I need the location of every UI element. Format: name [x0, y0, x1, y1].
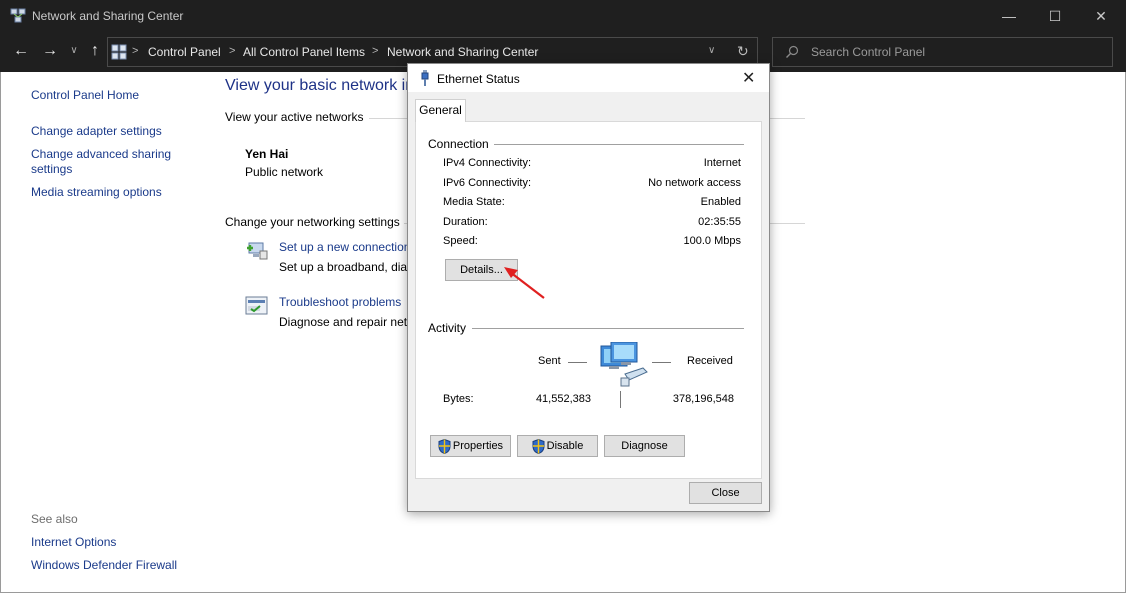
ipv4-label: IPv4 Connectivity:	[443, 157, 532, 169]
received-line	[652, 362, 671, 363]
active-networks-label: View your active networks	[225, 110, 364, 124]
network-type: Public network	[245, 165, 324, 179]
speed-value: 100.0 Mbps	[683, 235, 741, 247]
change-advanced-sharing-link-cont[interactable]: settings	[31, 162, 72, 177]
dialog-title: Ethernet Status	[437, 72, 520, 86]
internet-options-link[interactable]: Internet Options	[31, 535, 116, 550]
bytes-received-value: 378,196,548	[672, 393, 734, 405]
change-adapter-settings-link[interactable]: Change adapter settings	[31, 124, 162, 139]
setup-connection-desc: Set up a broadband, dial	[279, 260, 410, 274]
forward-arrow-icon[interactable]: →	[39, 40, 61, 62]
network-computers-icon	[600, 342, 648, 387]
duration-label: Duration:	[443, 216, 488, 228]
ipv6-value: No network access	[648, 177, 741, 189]
refresh-icon[interactable]: ↻	[737, 43, 749, 60]
activity-group-label: Activity	[428, 321, 467, 335]
sent-line	[568, 362, 587, 363]
received-label: Received	[687, 355, 733, 367]
maximize-button[interactable]: ☐	[1032, 0, 1078, 32]
setup-connection-icon	[247, 242, 268, 260]
bytes-label: Bytes:	[443, 393, 474, 405]
ethernet-icon	[421, 70, 429, 86]
network-center-icon	[10, 8, 26, 23]
uac-shield-icon	[532, 438, 545, 454]
window-title: Network and Sharing Center	[32, 9, 184, 23]
properties-button-label: Properties	[452, 440, 504, 452]
search-icon	[786, 45, 799, 58]
breadcrumb-control-panel[interactable]: Control Panel	[148, 45, 221, 59]
activity-group-rule	[472, 328, 744, 329]
disable-button[interactable]: Disable	[517, 435, 598, 457]
windows-defender-firewall-link[interactable]: Windows Defender Firewall	[31, 558, 177, 573]
bytes-sent-value: 41,552,383	[535, 393, 591, 405]
control-panel-icon	[111, 44, 127, 60]
title-bar: Network and Sharing Center — ☐ ✕	[0, 0, 1126, 32]
sent-label: Sent	[538, 355, 561, 367]
see-also-heading: See also	[31, 512, 78, 526]
search-input[interactable]	[811, 43, 1101, 61]
minimize-button[interactable]: —	[986, 0, 1032, 32]
setup-connection-link[interactable]: Set up a new connection	[279, 240, 410, 254]
troubleshoot-icon	[245, 296, 268, 315]
close-button[interactable]: Close	[689, 482, 762, 504]
up-arrow-icon[interactable]: ↑	[84, 40, 106, 62]
media-streaming-options-link[interactable]: Media streaming options	[31, 185, 162, 200]
search-box[interactable]	[772, 37, 1113, 67]
media-state-label: Media State:	[443, 196, 505, 208]
uac-shield-icon	[438, 438, 451, 454]
bytes-divider	[620, 391, 621, 408]
media-state-value: Enabled	[700, 196, 741, 208]
details-button[interactable]: Details...	[445, 259, 518, 281]
close-window-button[interactable]: ✕	[1078, 0, 1124, 32]
breadcrumb-all-items[interactable]: All Control Panel Items	[243, 45, 365, 59]
connection-group-rule	[494, 144, 744, 145]
diagnose-button[interactable]: Diagnose	[604, 435, 685, 457]
properties-button[interactable]: Properties	[430, 435, 511, 457]
disable-button-label: Disable	[546, 440, 584, 452]
breadcrumb-separator: >	[229, 45, 236, 57]
connection-group-label: Connection	[428, 137, 489, 151]
ipv6-label: IPv6 Connectivity:	[443, 177, 532, 189]
speed-label: Speed:	[443, 235, 478, 247]
breadcrumb-separator: >	[372, 45, 379, 57]
ethernet-status-dialog: Ethernet Status ✕ General Connection IPv…	[407, 63, 770, 512]
address-dropdown-chevron-icon[interactable]: ∨	[708, 45, 715, 56]
tab-general[interactable]: General	[415, 99, 466, 122]
ipv4-value: Internet	[703, 157, 741, 169]
network-name: Yen Hai	[245, 147, 289, 161]
breadcrumb-network-center[interactable]: Network and Sharing Center	[387, 45, 538, 59]
recent-locations-chevron-icon[interactable]: ∨	[63, 40, 85, 62]
breadcrumb-separator: >	[132, 45, 139, 57]
change-advanced-sharing-link[interactable]: Change advanced sharing	[31, 147, 171, 162]
troubleshoot-problems-desc: Diagnose and repair netv	[279, 315, 414, 329]
page-title: View your basic network in	[225, 77, 415, 94]
change-settings-label: Change your networking settings	[225, 215, 400, 229]
back-arrow-icon[interactable]: ←	[10, 40, 32, 62]
general-tab-panel	[415, 121, 762, 479]
control-panel-home-link[interactable]: Control Panel Home	[31, 88, 139, 103]
duration-value: 02:35:55	[698, 216, 741, 228]
dialog-close-icon[interactable]: ✕	[742, 68, 755, 88]
dialog-title-bar: Ethernet Status ✕	[408, 64, 769, 92]
troubleshoot-problems-link[interactable]: Troubleshoot problems	[279, 295, 401, 309]
